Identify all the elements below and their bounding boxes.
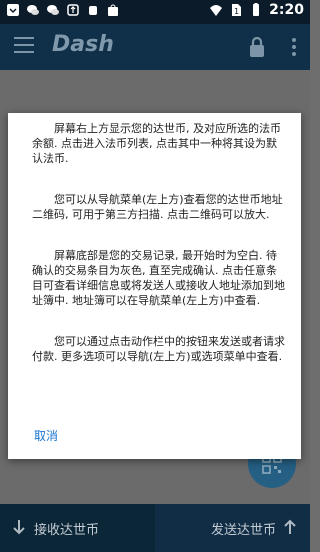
receive-button[interactable]: 接收达世币	[0, 504, 155, 552]
more-options-icon[interactable]	[292, 38, 296, 56]
menu-icon[interactable]	[14, 37, 34, 53]
wechat-icon	[47, 5, 59, 15]
usb-icon	[67, 4, 79, 16]
notification-icon	[7, 4, 19, 16]
receive-label: 接收达世币	[34, 523, 100, 538]
help-paragraph: 屏幕右上方显示您的达世币, 及对应所选的法币余额. 点击进入法币列表, 点击其中…	[32, 122, 281, 165]
help-paragraph: 您可以从导航菜单(左上方)查看您的达世币地址二维码, 可用于第三方扫描. 点击二…	[32, 193, 283, 221]
battery-icon	[253, 3, 260, 16]
help-paragraph: 屏幕底部是您的交易记录, 最开始时为空白. 待确认的交易条目为灰色, 直至完成确…	[32, 249, 285, 307]
app-bar: Dash	[0, 24, 310, 70]
send-label: 发送达世币	[211, 523, 277, 538]
wifi-icon	[210, 5, 223, 16]
wechat-icon	[27, 5, 39, 15]
arrow-up-icon	[284, 519, 296, 534]
sim-icon: 1	[232, 4, 242, 16]
bottom-action-bar: 接收达世币 发送达世币	[0, 504, 310, 552]
send-button[interactable]: 发送达世币	[155, 504, 310, 552]
lock-icon[interactable]	[248, 36, 266, 58]
arrow-down-icon	[13, 520, 25, 535]
clock: 2:20	[269, 2, 304, 18]
help-text: 屏幕右上方显示您的达世币, 及对应所选的法币余额. 点击进入法币列表, 点击其中…	[32, 121, 287, 390]
svg-text:1: 1	[234, 7, 239, 16]
help-dialog: 屏幕右上方显示您的达世币, 及对应所选的法币余额. 点击进入法币列表, 点击其中…	[8, 113, 301, 459]
debug-icon	[89, 6, 97, 15]
shopping-bag-icon	[108, 4, 118, 16]
status-bar: 1 2:20	[0, 0, 310, 24]
cancel-button[interactable]: 取消	[34, 427, 58, 444]
help-paragraph: 您可以通过点击动作栏中的按钮来发送或者请求付款. 更多选项可以导航(左上方)或选…	[32, 335, 285, 363]
dash-logo: Dash	[52, 32, 114, 57]
